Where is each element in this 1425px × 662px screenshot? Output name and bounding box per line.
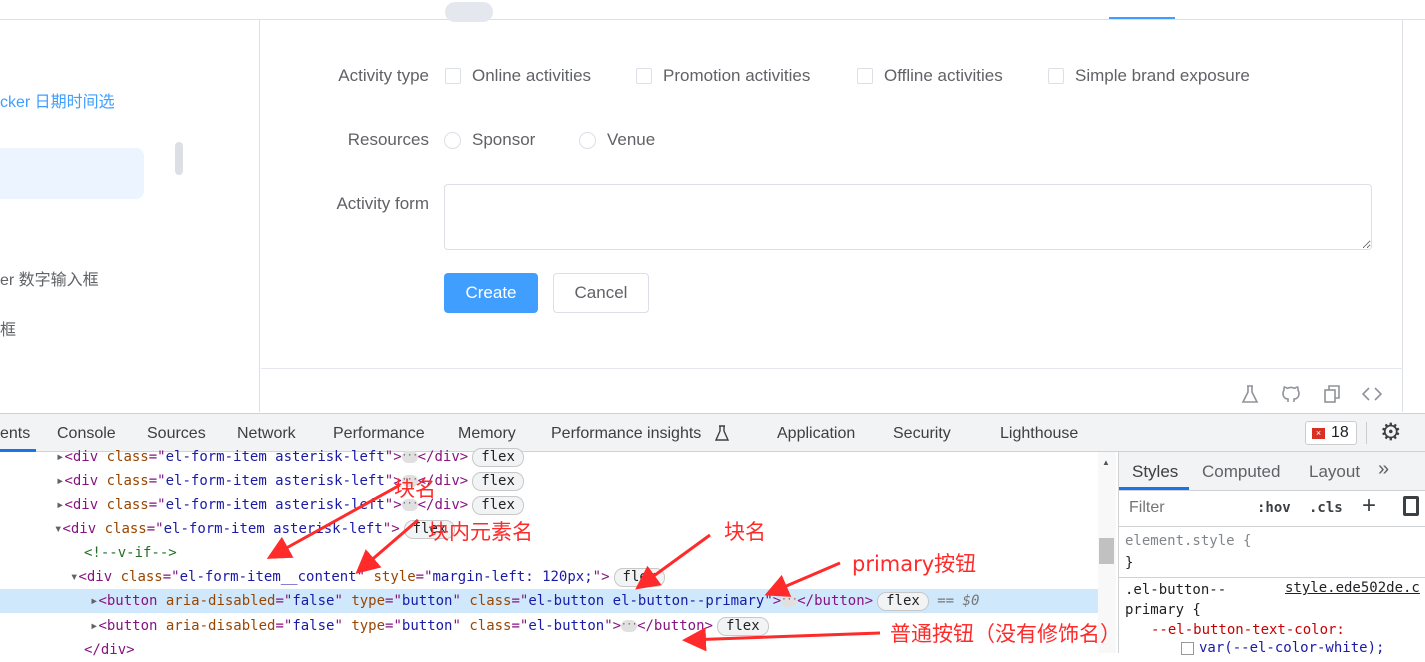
flask-icon[interactable] <box>1240 384 1260 404</box>
github-icon[interactable] <box>1281 384 1301 404</box>
annotation-block-name: 块名 <box>394 477 436 501</box>
code-icon[interactable] <box>1362 384 1382 404</box>
annotation-normal-button: 普通按钮（没有修饰名） <box>890 622 1121 646</box>
tab-console[interactable]: Console <box>57 425 116 443</box>
tab-computed[interactable]: Computed <box>1202 462 1280 482</box>
dom-node[interactable]: ▸<div class="el-form-item asterisk-left"… <box>0 445 1098 469</box>
activity-type-label: Activity type <box>338 66 429 85</box>
styles-filter-input[interactable] <box>1123 494 1243 522</box>
switch-toggle[interactable] <box>445 2 493 22</box>
radio-venue[interactable]: Venue <box>579 130 655 150</box>
annotation-element-name: 块内元素名 <box>428 520 533 544</box>
checkbox-label: Promotion activities <box>663 66 811 85</box>
checkbox-icon[interactable] <box>857 68 873 84</box>
annotation-block-name-2: 块名 <box>724 520 766 544</box>
hov-toggle[interactable]: :hov <box>1257 500 1291 516</box>
radio-label: Sponsor <box>472 130 536 149</box>
top-bar <box>0 0 1425 22</box>
error-icon: × <box>1312 427 1325 439</box>
flask-icon <box>714 425 730 441</box>
sidebar-scrollbar[interactable] <box>175 142 183 175</box>
css-source-link[interactable]: style.ede502de.c <box>1285 580 1420 596</box>
css-rule-selector[interactable]: .el-button-- primary { <box>1125 580 1226 620</box>
sidebar-item-highlight[interactable] <box>0 148 144 199</box>
property-checkbox[interactable] <box>1181 642 1194 655</box>
styles-panel: Styles Computed Layout » :hov .cls + ele… <box>1118 452 1425 656</box>
tab-elements[interactable]: ents <box>0 425 30 443</box>
dom-node[interactable]: ▸<div class="el-form-item asterisk-left"… <box>0 493 1098 517</box>
error-count: 18 <box>1331 424 1349 441</box>
scrollbar-thumb[interactable] <box>1099 538 1114 564</box>
divider <box>1119 577 1425 578</box>
active-tab-indicator <box>1119 487 1189 490</box>
cancel-button[interactable]: Cancel <box>553 273 649 313</box>
divider <box>1366 422 1367 444</box>
activity-form-label: Activity form <box>336 194 429 213</box>
more-tabs-icon[interactable]: » <box>1378 458 1389 481</box>
sidebar-item-datetime-picker[interactable]: cker 日期时间选 <box>0 88 115 112</box>
checkbox-icon[interactable] <box>445 68 461 84</box>
resources-label: Resources <box>347 130 429 149</box>
checkbox-offline[interactable]: Offline activities <box>857 66 1003 86</box>
radio-icon[interactable] <box>579 131 596 149</box>
radio-sponsor[interactable]: Sponsor <box>444 130 535 150</box>
cls-toggle[interactable]: .cls <box>1309 500 1343 516</box>
css-property[interactable]: --el-button-text-color: <box>1151 622 1345 638</box>
activity-form-textarea[interactable] <box>444 184 1372 250</box>
divider <box>261 368 1403 369</box>
tab-sources[interactable]: Sources <box>147 425 206 443</box>
checkbox-icon[interactable] <box>1048 68 1064 84</box>
error-badge[interactable]: × 18 <box>1305 421 1357 445</box>
scroll-up-icon[interactable]: ▲ <box>1102 458 1110 467</box>
checkbox-brand[interactable]: Simple brand exposure <box>1048 66 1250 86</box>
tab-styles[interactable]: Styles <box>1132 462 1178 482</box>
css-value[interactable]: var(--el-color-white); <box>1199 640 1384 656</box>
styles-tab-bar: Styles Computed Layout » <box>1119 452 1425 491</box>
checkbox-online[interactable]: Online activities <box>445 66 591 86</box>
active-tab-indicator <box>1109 17 1175 19</box>
tab-network[interactable]: Network <box>237 425 296 443</box>
divider <box>1119 526 1425 527</box>
checkbox-promotion[interactable]: Promotion activities <box>636 66 810 86</box>
sidebar-item-input-number[interactable]: er 数字输入框 <box>0 266 99 290</box>
create-button[interactable]: Create <box>444 273 538 313</box>
sidebar-item-input[interactable]: 框 <box>0 316 16 340</box>
tab-layout[interactable]: Layout <box>1309 462 1360 482</box>
tab-lighthouse[interactable]: Lighthouse <box>1000 425 1078 443</box>
dom-node[interactable]: ▾<div class="el-form-item asterisk-left"… <box>0 517 1098 541</box>
sidebar: cker 日期时间选 er 数字输入框 框 <box>0 20 260 412</box>
add-rule-icon[interactable]: + <box>1362 492 1376 520</box>
paint-brush-icon[interactable] <box>1403 496 1419 516</box>
annotation-primary-button: primary按钮 <box>852 552 977 576</box>
checkbox-label: Simple brand exposure <box>1075 66 1250 85</box>
dom-node[interactable]: ▸<div class="el-form-item asterisk-left"… <box>0 469 1098 493</box>
radio-label: Venue <box>607 130 656 149</box>
radio-icon[interactable] <box>444 131 461 149</box>
checkbox-label: Online activities <box>472 66 592 85</box>
tab-memory[interactable]: Memory <box>458 425 516 443</box>
checkbox-icon[interactable] <box>636 68 652 84</box>
settings-gear-icon[interactable]: ⚙ <box>1380 418 1402 447</box>
tab-performance-insights[interactable]: Performance insights <box>551 425 701 443</box>
tab-application[interactable]: Application <box>777 425 855 443</box>
dom-node-selected[interactable]: ▸<button aria-disabled="false" type="but… <box>0 589 1098 613</box>
checkbox-label: Offline activities <box>884 66 1003 85</box>
copy-icon[interactable] <box>1322 384 1342 404</box>
element-style-rule[interactable]: element.style {} <box>1125 530 1251 574</box>
tab-performance[interactable]: Performance <box>333 425 425 443</box>
tab-security[interactable]: Security <box>893 425 951 443</box>
